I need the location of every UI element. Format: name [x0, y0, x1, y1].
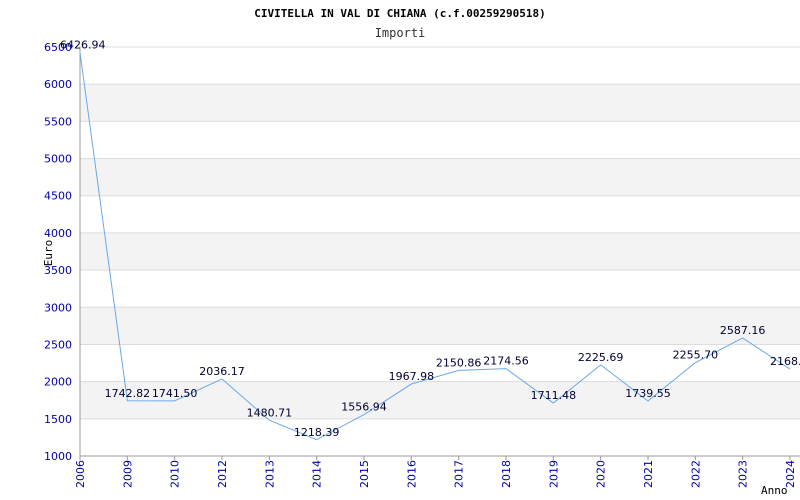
data-label: 1480.71: [247, 406, 293, 419]
x-tick-label: 2023: [737, 460, 750, 488]
y-tick-label: 1500: [44, 413, 72, 426]
x-tick-label: 2017: [453, 460, 466, 488]
y-tick-label: 5000: [44, 153, 72, 166]
y-tick-label: 2000: [44, 376, 72, 389]
data-label: 6426.94: [60, 38, 106, 51]
data-label: 2150.86: [436, 356, 482, 369]
data-label: 1742.82: [105, 387, 151, 400]
y-tick-label: 5500: [44, 115, 72, 128]
y-tick-label: 2500: [44, 338, 72, 351]
line-chart: 1000150020002500300035004000450050005500…: [42, 7, 800, 497]
data-label: 2036.17: [199, 365, 245, 378]
data-label: 1218.39: [294, 426, 340, 439]
y-tick-label: 3000: [44, 301, 72, 314]
x-tick-label: 2020: [595, 460, 608, 488]
chart-title: CIVITELLA IN VAL DI CHIANA (c.f.00259290…: [254, 7, 545, 20]
grid-band: [80, 307, 800, 345]
data-label: 2174.56: [483, 355, 529, 368]
x-tick-label: 2009: [121, 460, 134, 488]
data-label: 1739.55: [625, 387, 671, 400]
x-tick-label: 2015: [358, 460, 371, 488]
y-tick-label: 4000: [44, 227, 72, 240]
x-tick-label: 2022: [689, 460, 702, 488]
data-label: 1967.98: [389, 370, 435, 383]
grid-band: [80, 232, 800, 271]
data-label: 2587.16: [720, 324, 766, 337]
y-tick-label: 6000: [44, 78, 72, 91]
data-label: 2255.70: [673, 349, 719, 362]
x-tick-label: 2010: [169, 460, 182, 488]
x-tick-label: 2014: [311, 460, 324, 488]
y-tick-label: 1000: [44, 450, 72, 463]
x-tick-label: 2018: [500, 460, 513, 488]
x-tick-label: 2006: [74, 460, 87, 488]
chart-subtitle: Importi: [375, 26, 426, 40]
x-tick-label: 2012: [216, 460, 229, 488]
x-tick-label: 2021: [642, 460, 655, 488]
data-label: 1556.94: [341, 401, 387, 414]
x-tick-labels: 2006 2009 2010 2012 2013 2014 2015 2016 2017 2018…: [74, 456, 797, 488]
data-label: 1741.50: [152, 387, 198, 400]
y-tick-label: 4500: [44, 190, 72, 203]
x-tick-label: 2013: [263, 460, 276, 488]
x-tick-label: 2016: [405, 460, 418, 488]
data-label: 2168.6: [770, 355, 800, 368]
x-tick-label: 2019: [547, 460, 560, 488]
y-axis-title: Euro: [42, 240, 55, 267]
grid-band: [80, 158, 800, 196]
data-label: 1711.48: [531, 389, 577, 402]
data-label: 2225.69: [578, 351, 624, 364]
grid-band: [80, 84, 800, 122]
x-axis-title: Anno: [761, 484, 788, 497]
